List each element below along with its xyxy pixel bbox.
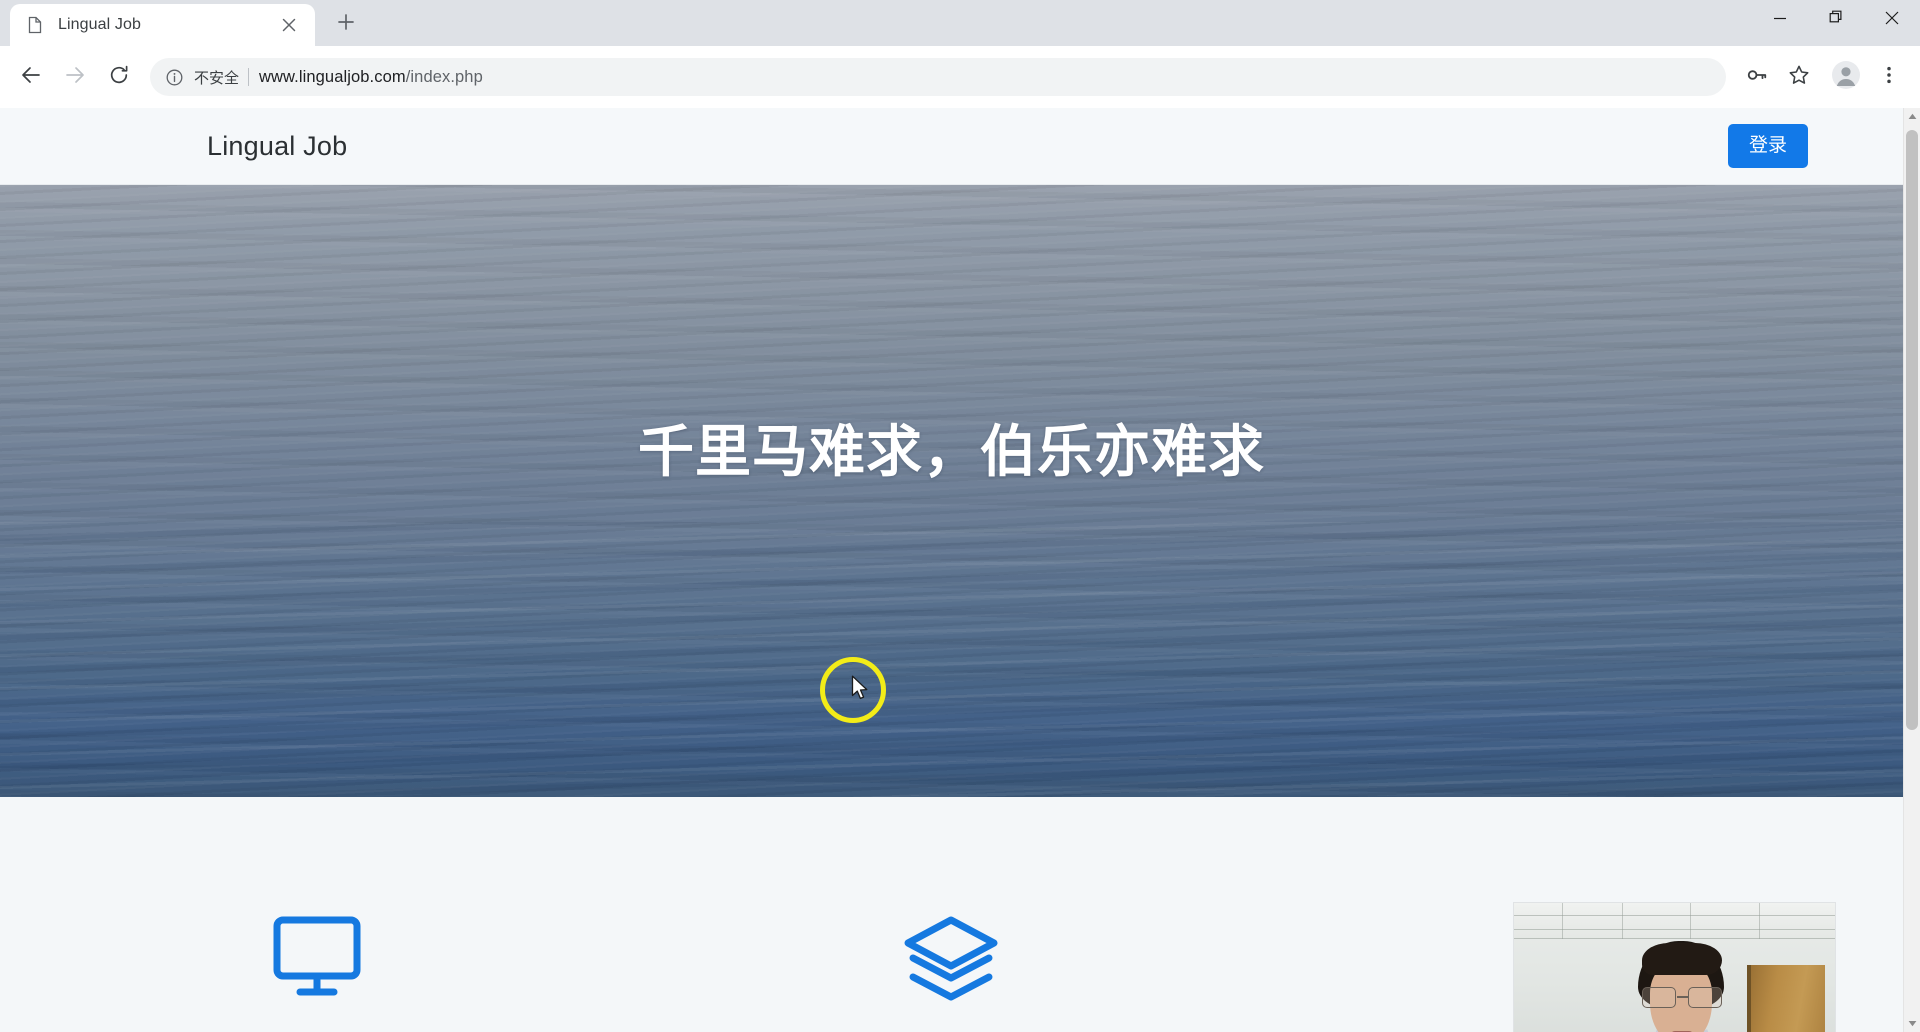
webcam-person-fringe	[1642, 943, 1722, 975]
scroll-down-arrow-icon[interactable]	[1904, 1015, 1920, 1032]
tab-title: Lingual Job	[58, 16, 141, 33]
back-arrow-icon	[20, 64, 42, 91]
reload-icon	[108, 64, 130, 91]
scrollbar-thumb[interactable]	[1906, 130, 1918, 730]
url-host: www.lingualjob.com	[259, 67, 406, 86]
browser-menu-button[interactable]	[1870, 58, 1908, 96]
tab-strip: Lingual Job	[0, 0, 1920, 46]
three-dot-menu-icon	[1879, 65, 1899, 90]
feature-item[interactable]	[0, 915, 634, 1012]
minimize-icon	[1773, 11, 1787, 30]
monitor-icon	[272, 915, 362, 1002]
omnibox-divider	[248, 68, 250, 86]
profile-button[interactable]	[1826, 57, 1866, 97]
plus-icon	[337, 13, 355, 36]
back-button[interactable]	[12, 58, 50, 96]
scroll-up-arrow-icon[interactable]	[1904, 108, 1920, 125]
page-icon	[26, 16, 44, 34]
star-icon	[1788, 64, 1810, 91]
hero-banner: 千里马难求，伯乐亦难求	[0, 185, 1903, 797]
url-text: www.lingualjob.com/index.php	[259, 68, 483, 87]
login-button[interactable]: 登录	[1727, 124, 1808, 168]
key-icon	[1746, 64, 1768, 91]
browser-window: Lingual Job 不安全 www.lingualjob.com/index…	[0, 0, 1920, 1032]
close-window-button[interactable]	[1864, 0, 1920, 40]
webcam-video-overlay	[1514, 903, 1835, 1032]
browser-toolbar: 不安全 www.lingualjob.com/index.php	[0, 46, 1920, 108]
forward-arrow-icon	[64, 64, 86, 91]
restore-icon	[1829, 10, 1844, 30]
webcam-person-glasses	[1640, 987, 1724, 1008]
new-tab-button[interactable]	[327, 5, 365, 43]
feature-item[interactable]	[634, 915, 1268, 1012]
site-navbar: Lingual Job 登录	[0, 108, 1903, 185]
security-status-label: 不安全	[194, 69, 240, 87]
reload-button[interactable]	[100, 58, 138, 96]
site-brand[interactable]: Lingual Job	[207, 131, 347, 162]
browser-tab[interactable]: Lingual Job	[10, 4, 315, 46]
minimize-button[interactable]	[1752, 0, 1808, 40]
webcam-door	[1747, 965, 1825, 1032]
info-circle-icon[interactable]	[166, 69, 186, 86]
url-path: /index.php	[405, 67, 483, 86]
password-manager-button[interactable]	[1738, 58, 1776, 96]
layers-icon	[903, 915, 999, 1012]
window-controls	[1752, 0, 1920, 40]
close-icon	[1885, 11, 1899, 30]
address-bar[interactable]: 不安全 www.lingualjob.com/index.php	[150, 58, 1726, 96]
avatar-icon	[1831, 60, 1861, 95]
restore-button[interactable]	[1808, 0, 1864, 40]
bookmark-button[interactable]	[1780, 58, 1818, 96]
page-viewport: Lingual Job 登录 千里马难求，伯乐亦难求	[0, 108, 1920, 1032]
forward-button[interactable]	[56, 58, 94, 96]
webcam-ceiling	[1514, 903, 1835, 939]
web-page: Lingual Job 登录 千里马难求，伯乐亦难求	[0, 108, 1903, 1032]
close-icon[interactable]	[275, 11, 303, 39]
hero-title: 千里马难求，伯乐亦难求	[638, 420, 1265, 485]
page-scrollbar[interactable]	[1903, 108, 1920, 1032]
